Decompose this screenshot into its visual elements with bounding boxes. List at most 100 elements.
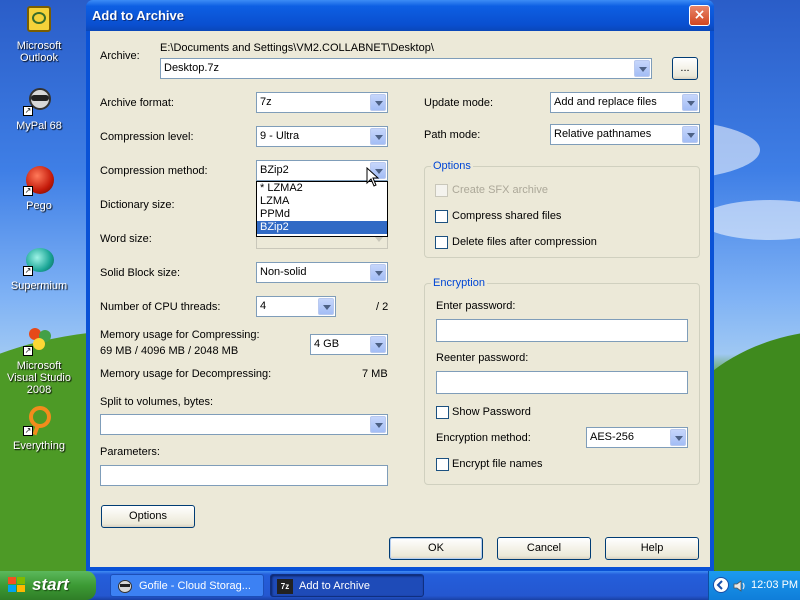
taskbar-item-add-to-archive[interactable]: 7z Add to Archive [270,574,424,597]
outlook-icon [23,4,55,36]
window-title: Add to Archive [92,8,184,23]
taskbar-item-label: Add to Archive [299,580,370,592]
compression-method-dropdown: * LZMA2 LZMA PPMd BZip2 [256,181,388,237]
desktop-icon-pego[interactable]: ↗ Pego [4,164,74,212]
desktop-icon-supermium[interactable]: ↗ Supermium [4,244,74,292]
encrypt-names-checkbox[interactable] [436,458,449,471]
enter-password-label: Enter password: [436,300,516,312]
options-group-title: Options [431,160,473,172]
archive-path: E:\Documents and Settings\VM2.COLLABNET\… [160,42,434,54]
chevron-down-icon[interactable] [370,336,386,353]
title-bar[interactable]: Add to Archive × [86,0,714,31]
encryption-method-value: AES-256 [590,431,635,443]
show-password-checkbox[interactable] [436,406,449,419]
ok-button[interactable]: OK [389,537,483,560]
reenter-password-input[interactable] [436,371,688,394]
options-button[interactable]: Options [101,505,195,528]
encryption-method-label: Encryption method: [436,432,531,444]
everything-icon: ↗ [23,404,55,436]
cpu-threads-label: Number of CPU threads: [100,301,221,313]
chevron-down-icon[interactable] [634,60,650,77]
speaker-icon[interactable] [733,579,747,593]
shortcut-arrow-icon: ↗ [23,186,33,196]
show-password-label: Show Password [452,406,531,418]
compression-method-label: Compression method: [100,165,208,177]
update-mode-label: Update mode: [424,97,494,109]
desktop-icon-mypal[interactable]: ↗ MyPal 68 [4,84,74,132]
show-hidden-icons-button[interactable] [713,577,729,593]
start-button[interactable]: start [0,571,96,600]
add-to-archive-window: Add to Archive × Archive: E:\Documents a… [86,0,714,571]
dictionary-size-label: Dictionary size: [100,199,175,211]
encrypt-names-label: Encrypt file names [452,458,543,470]
encryption-group: Encryption Enter password: Reenter passw… [424,277,700,485]
compression-level-label: Compression level: [100,131,194,143]
compression-level-combo[interactable]: 9 - Ultra [256,126,388,147]
help-button[interactable]: Help [605,537,699,560]
chevron-down-icon[interactable] [370,94,386,111]
taskbar-item-gofile[interactable]: Gofile - Cloud Storag... [110,574,264,597]
desktop-icon-label: Supermium [10,280,68,292]
archive-format-combo[interactable]: 7z [256,92,388,113]
chevron-down-icon[interactable] [670,429,686,446]
chevron-left-icon [716,580,723,590]
start-label: start [32,575,69,594]
desktop-icon-vs2008[interactable]: ↗ Microsoft Visual Studio 2008 [4,324,74,396]
desktop-icon-outlook[interactable]: Microsoft Outlook [4,4,74,64]
update-mode-combo[interactable]: Add and replace files [550,92,700,113]
split-volumes-label: Split to volumes, bytes: [100,396,214,408]
dialog-client: Archive: E:\Documents and Settings\VM2.C… [90,31,710,567]
desktop-icon-label: Pego [26,200,52,212]
taskbar-item-label: Gofile - Cloud Storag... [139,580,251,592]
archive-name-combo[interactable]: Desktop.7z [160,58,652,79]
chevron-down-icon[interactable] [370,416,386,433]
method-option[interactable]: LZMA [257,195,387,208]
parameters-label: Parameters: [100,446,160,458]
compress-shared-checkbox[interactable] [435,210,448,223]
pego-icon: ↗ [23,164,55,196]
reenter-password-label: Reenter password: [436,352,529,364]
delete-after-checkbox[interactable] [435,236,448,249]
chevron-down-icon[interactable] [318,298,334,315]
enter-password-input[interactable] [436,319,688,342]
path-mode-label: Path mode: [424,129,481,141]
desktop-icon-everything[interactable]: ↗ Everything [4,404,74,452]
browse-button[interactable]: ... [672,57,698,80]
cpu-threads-value: 4 [260,300,267,312]
method-option[interactable]: PPMd [257,208,387,221]
memory-decompress-value: 7 MB [362,368,388,380]
chevron-down-icon[interactable] [682,94,698,111]
word-size-label: Word size: [100,233,152,245]
parameters-input[interactable] [100,465,388,486]
memory-compress-select-value: 4 GB [314,338,340,350]
sevenzip-icon: 7z [277,579,293,594]
options-group: Options Create SFX archive Compress shar… [424,160,700,258]
path-mode-combo[interactable]: Relative pathnames [550,124,700,145]
chevron-down-icon[interactable] [370,128,386,145]
archive-label: Archive: [100,50,140,62]
compression-level-value: 9 - Ultra [260,130,300,142]
memory-compress-combo[interactable]: 4 GB [310,334,388,355]
archive-format-value: 7z [260,96,272,108]
desktop-icon-label: Microsoft Outlook [16,40,62,64]
raccoon-icon: ↗ [23,84,55,116]
chevron-down-icon[interactable] [682,126,698,143]
solid-block-combo[interactable]: Non-solid [256,262,388,283]
cpu-threads-combo[interactable]: 4 [256,296,336,317]
archive-name-value: Desktop.7z [164,62,220,74]
system-tray: 12:03 PM [708,571,800,600]
archive-format-label: Archive format: [100,97,174,109]
encryption-method-combo[interactable]: AES-256 [586,427,688,448]
chevron-down-icon[interactable] [370,264,386,281]
shortcut-arrow-icon: ↗ [23,106,33,116]
close-icon: × [693,7,706,23]
cancel-button[interactable]: Cancel [497,537,591,560]
desktop-icon-label: Microsoft Visual Studio 2008 [6,360,71,396]
mouse-cursor-icon [366,167,380,187]
split-volumes-combo[interactable] [100,414,388,435]
method-option-selected[interactable]: BZip2 [257,221,387,234]
desktop-icon-label: Everything [13,440,65,452]
close-button[interactable]: × [689,5,710,26]
create-sfx-label: Create SFX archive [452,184,548,196]
clock[interactable]: 12:03 PM [751,579,798,591]
